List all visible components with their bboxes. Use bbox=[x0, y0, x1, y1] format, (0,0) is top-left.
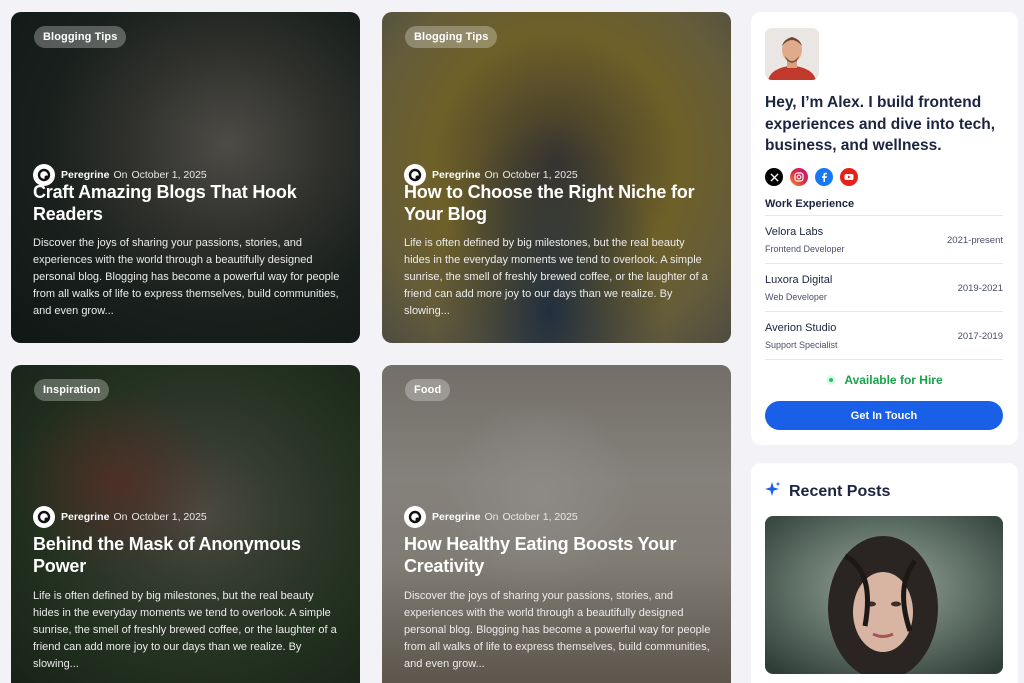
meta-on: On bbox=[484, 169, 499, 181]
meta-on: On bbox=[484, 511, 499, 523]
post-excerpt: Life is often defined by big milestones,… bbox=[404, 237, 708, 317]
status-dot-icon bbox=[826, 375, 837, 385]
instagram-icon[interactable] bbox=[790, 168, 808, 186]
author-name[interactable]: Peregrine bbox=[432, 511, 480, 523]
author-logo-icon bbox=[404, 506, 426, 528]
profile-intro: Hey, I’m Alex. I build frontend experien… bbox=[765, 94, 995, 154]
post-date: October 1, 2025 bbox=[502, 169, 578, 181]
post-excerpt: Discover the joys of sharing your passio… bbox=[33, 237, 340, 317]
post-card[interactable]: Food Peregrine On October 1, 2025 How He… bbox=[382, 365, 731, 683]
job-role: Web Developer bbox=[765, 292, 827, 302]
profile-card: Hey, I’m Alex. I build frontend experien… bbox=[751, 12, 1018, 445]
post-date: October 1, 2025 bbox=[131, 169, 207, 181]
meta-on: On bbox=[113, 169, 128, 181]
job-role: Frontend Developer bbox=[765, 244, 845, 254]
post-card[interactable]: Blogging Tips Peregrine On October 1, 20… bbox=[11, 12, 360, 343]
post-date: October 1, 2025 bbox=[502, 511, 578, 523]
recent-posts-card: Recent Posts bbox=[751, 463, 1018, 683]
post-excerpt: Life is often defined by big milestones,… bbox=[33, 590, 337, 670]
availability-status: Available for Hire bbox=[751, 373, 1018, 387]
post-title[interactable]: How Healthy Eating Boosts Your Creativit… bbox=[404, 534, 713, 577]
author-name[interactable]: Peregrine bbox=[61, 169, 109, 181]
divider bbox=[765, 359, 1003, 360]
post-meta: Peregrine On October 1, 2025 bbox=[33, 506, 207, 528]
post-card[interactable]: Blogging Tips Peregrine On October 1, 20… bbox=[382, 12, 731, 343]
job-years: 2021-present bbox=[947, 235, 1003, 246]
avatar bbox=[765, 28, 819, 80]
post-excerpt: Discover the joys of sharing your passio… bbox=[404, 590, 711, 670]
recent-post-image[interactable] bbox=[765, 516, 1003, 674]
recent-posts-header: Recent Posts bbox=[765, 481, 890, 502]
facebook-icon[interactable] bbox=[815, 168, 833, 186]
post-title[interactable]: Behind the Mask of Anonymous Power bbox=[33, 534, 342, 577]
x-icon[interactable] bbox=[765, 168, 783, 186]
get-in-touch-button[interactable]: Get In Touch bbox=[765, 401, 1003, 430]
category-tag[interactable]: Blogging Tips bbox=[34, 26, 127, 48]
work-entry: Luxora Digital Web Developer 2019-2021 bbox=[765, 263, 1003, 311]
job-years: 2017-2019 bbox=[957, 331, 1003, 342]
job-role: Support Specialist bbox=[765, 340, 838, 350]
company-name: Velora Labs bbox=[765, 226, 824, 238]
social-links bbox=[765, 168, 858, 186]
work-entry: Velora Labs Frontend Developer 2021-pres… bbox=[765, 215, 1003, 263]
author-logo-icon bbox=[33, 506, 55, 528]
recent-posts-title: Recent Posts bbox=[789, 482, 891, 500]
meta-on: On bbox=[113, 511, 128, 523]
work-entry: Averion Studio Support Specialist 2017-2… bbox=[765, 311, 1003, 359]
company-name: Luxora Digital bbox=[765, 274, 833, 286]
availability-label: Available for Hire bbox=[844, 373, 943, 387]
category-tag[interactable]: Inspiration bbox=[34, 379, 110, 401]
sparkle-icon bbox=[765, 481, 781, 502]
job-years: 2019-2021 bbox=[957, 283, 1003, 294]
work-experience-heading: Work Experience bbox=[765, 198, 855, 210]
category-tag[interactable]: Blogging Tips bbox=[405, 26, 498, 48]
category-tag[interactable]: Food bbox=[405, 379, 451, 401]
author-name[interactable]: Peregrine bbox=[432, 169, 480, 181]
author-name[interactable]: Peregrine bbox=[61, 511, 109, 523]
company-name: Averion Studio bbox=[765, 322, 837, 334]
post-meta: Peregrine On October 1, 2025 bbox=[404, 506, 578, 528]
post-date: October 1, 2025 bbox=[131, 511, 207, 523]
post-title[interactable]: How to Choose the Right Niche for Your B… bbox=[404, 182, 713, 225]
youtube-icon[interactable] bbox=[840, 168, 858, 186]
post-card[interactable]: Inspiration Peregrine On October 1, 2025… bbox=[11, 365, 360, 683]
post-title[interactable]: Craft Amazing Blogs That Hook Readers bbox=[33, 182, 342, 225]
